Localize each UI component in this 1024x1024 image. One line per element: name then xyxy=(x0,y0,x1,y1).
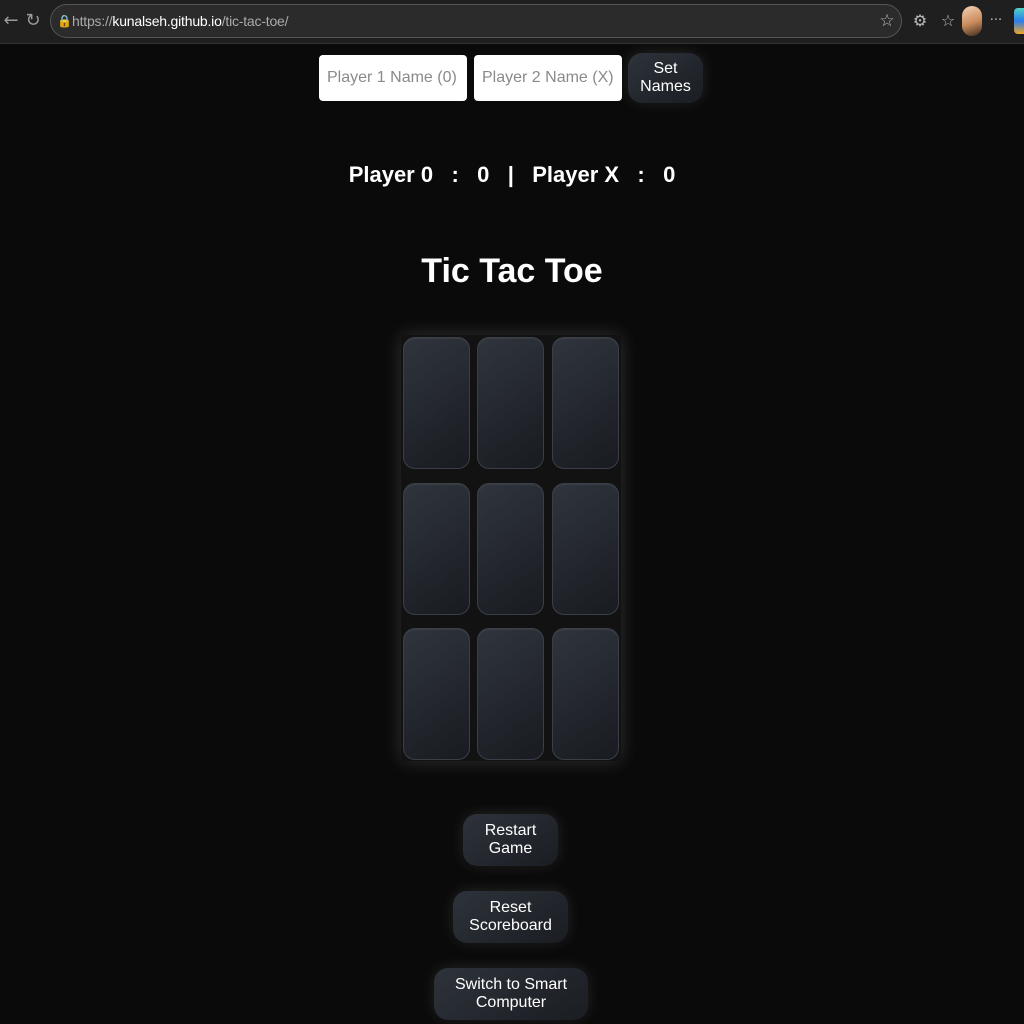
player1-label: Player 0 xyxy=(348,162,434,187)
reload-icon[interactable]: ↻ xyxy=(22,8,44,34)
restart-game-button[interactable]: Restart Game xyxy=(463,814,558,866)
profile-avatar[interactable] xyxy=(962,6,982,36)
board-cell-3[interactable] xyxy=(552,337,619,469)
board-cell-7[interactable] xyxy=(403,628,470,760)
player2-label: Player X xyxy=(532,162,620,187)
player1-name-input[interactable] xyxy=(319,55,467,101)
board-cell-4[interactable] xyxy=(403,483,470,615)
player2-score: 0 xyxy=(663,162,676,187)
game-board xyxy=(401,335,621,761)
url-text[interactable]: https://kunalseh.github.io/tic-tac-toe/ xyxy=(72,13,289,29)
board-cell-9[interactable] xyxy=(552,628,619,760)
copilot-icon[interactable] xyxy=(1014,8,1024,34)
player1-score: 0 xyxy=(477,162,490,187)
more-menu-icon[interactable]: ··· xyxy=(986,10,1006,32)
score-divider: | xyxy=(507,162,514,187)
star-icon[interactable]: ☆ xyxy=(877,11,897,31)
favorites-icon[interactable]: ☆ xyxy=(938,10,958,32)
extensions-icon[interactable]: ⚙ xyxy=(910,10,930,32)
score-separator: : xyxy=(637,162,645,187)
board-cell-6[interactable] xyxy=(552,483,619,615)
player2-name-input[interactable] xyxy=(474,55,622,101)
score-separator: : xyxy=(451,162,459,187)
page-title: Tic Tac Toe xyxy=(421,252,603,290)
board-cell-8[interactable] xyxy=(477,628,544,760)
scoreboard: Player 0 : 0 | Player X : 0 xyxy=(0,162,1024,188)
board-cell-1[interactable] xyxy=(403,337,470,469)
board-cell-5[interactable] xyxy=(477,483,544,615)
lock-icon[interactable]: 🔒 xyxy=(57,14,72,28)
board-cell-2[interactable] xyxy=(477,337,544,469)
address-bar[interactable]: 🔒 https://kunalseh.github.io/tic-tac-toe… xyxy=(50,4,902,38)
back-arrow-icon[interactable]: ← xyxy=(0,8,22,34)
set-names-button[interactable]: Set Names xyxy=(628,53,703,103)
browser-toolbar: ← ↻ 🔒 https://kunalseh.github.io/tic-tac… xyxy=(0,0,1024,44)
reset-scoreboard-button[interactable]: Reset Scoreboard xyxy=(453,891,568,943)
switch-smart-computer-button[interactable]: Switch to Smart Computer xyxy=(434,968,588,1020)
